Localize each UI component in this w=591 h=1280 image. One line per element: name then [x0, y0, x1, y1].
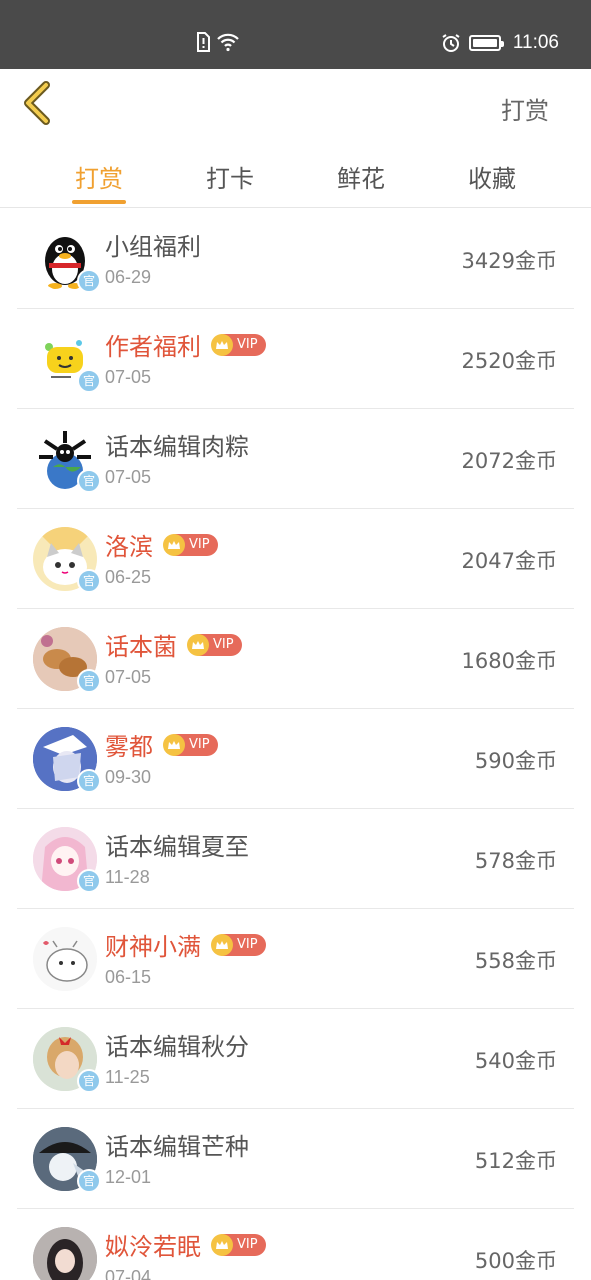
vip-badge: VIP [211, 1233, 266, 1256]
tab-bar: 打赏 打卡 鲜花 收藏 [0, 139, 591, 208]
tab-favorites[interactable]: 收藏 [442, 159, 542, 194]
reward-date: 06-25 [105, 567, 152, 587]
crown-icon [187, 633, 209, 656]
reward-date: 09-30 [105, 767, 152, 787]
vip-badge: VIP [163, 533, 218, 556]
user-name: 话本菌 VIP [105, 627, 242, 662]
coin-amount: 2047金币 [461, 549, 557, 573]
wifi-icon [217, 33, 239, 52]
list-item[interactable]: 官 话本编辑肉粽 07-05 2072金币 [17, 409, 574, 509]
coin-amount: 578金币 [474, 849, 557, 873]
official-badge: 官 [77, 569, 101, 593]
list-item[interactable]: 官 洛滨 VIP 06-25 2047金币 [17, 509, 574, 609]
reward-date: 07-05 [105, 467, 152, 487]
active-tab-indicator [72, 200, 126, 204]
tab-flowers[interactable]: 鲜花 [311, 159, 411, 194]
coin-amount: 2520金币 [461, 349, 557, 373]
crown-icon [211, 333, 233, 356]
list-item[interactable]: 姒泠若眠 VIP 07-04 500金币 [17, 1209, 574, 1280]
tab-checkin[interactable]: 打卡 [180, 159, 280, 194]
reward-list: 官 小组福利 06-29 3429金币 官 作者福利 VIP 07-05 252… [0, 209, 591, 1280]
alarm-icon [442, 34, 460, 52]
official-badge: 官 [77, 469, 101, 493]
user-name: 雾都 VIP [105, 727, 218, 762]
chevron-left-icon [24, 81, 50, 125]
user-name: 财神小满 VIP [105, 927, 266, 962]
user-name: 话本编辑芒种 [105, 1133, 249, 1161]
coin-amount: 3429金币 [461, 249, 557, 273]
crown-icon [163, 533, 185, 556]
reward-date: 06-15 [105, 967, 152, 987]
official-badge: 官 [77, 269, 101, 293]
reward-date: 11-25 [105, 1067, 150, 1087]
user-name: 小组福利 [105, 233, 201, 261]
user-name: 作者福利 VIP [105, 327, 266, 362]
reward-date: 06-29 [105, 267, 152, 287]
avatar [33, 1227, 97, 1280]
official-badge: 官 [77, 869, 101, 893]
vip-badge: VIP [163, 733, 218, 756]
coin-amount: 590金币 [474, 749, 557, 773]
user-name: 姒泠若眠 VIP [105, 1227, 266, 1262]
reward-date: 07-04 [105, 1267, 152, 1280]
top-bar: 打赏 [0, 69, 591, 139]
reward-date: 12-01 [105, 1167, 152, 1187]
user-name: 话本编辑肉粽 [105, 433, 249, 461]
list-item[interactable]: 官 话本编辑秋分 11-25 540金币 [17, 1009, 574, 1109]
list-item[interactable]: 官 雾都 VIP 09-30 590金币 [17, 709, 574, 809]
sketch-character-icon [33, 927, 97, 991]
reward-date: 11-28 [105, 867, 150, 887]
page-title: 打赏 [501, 97, 549, 125]
vip-badge: VIP [211, 933, 266, 956]
tab-reward[interactable]: 打赏 [49, 159, 149, 194]
vip-badge: VIP [211, 333, 266, 356]
coin-amount: 2072金币 [461, 449, 557, 473]
coin-amount: 512金币 [474, 1149, 557, 1173]
coin-amount: 500金币 [474, 1249, 557, 1273]
official-badge: 官 [77, 769, 101, 793]
girl-photo-icon [33, 1227, 97, 1280]
official-badge: 官 [77, 1169, 101, 1193]
list-item[interactable]: 官 话本编辑芒种 12-01 512金币 [17, 1109, 574, 1209]
avatar [33, 927, 97, 991]
coin-amount: 1680金币 [461, 649, 557, 673]
list-item[interactable]: 官 作者福利 VIP 07-05 2520金币 [17, 309, 574, 409]
sim-alert-icon [197, 32, 210, 52]
user-name: 话本编辑秋分 [105, 1033, 249, 1061]
back-button[interactable] [20, 81, 60, 125]
official-badge: 官 [77, 1069, 101, 1093]
reward-date: 07-05 [105, 667, 152, 687]
list-item[interactable]: 财神小满 VIP 06-15 558金币 [17, 909, 574, 1009]
list-item[interactable]: 官 话本编辑夏至 11-28 578金币 [17, 809, 574, 909]
crown-icon [211, 933, 233, 956]
coin-amount: 540金币 [474, 1049, 557, 1073]
list-item[interactable]: 官 小组福利 06-29 3429金币 [17, 209, 574, 309]
official-badge: 官 [77, 669, 101, 693]
official-badge: 官 [77, 369, 101, 393]
status-time: 11:06 [512, 32, 559, 53]
battery-icon [468, 35, 504, 51]
vip-badge: VIP [187, 633, 242, 656]
reward-date: 07-05 [105, 367, 152, 387]
status-icons [196, 32, 240, 52]
crown-icon [211, 1233, 233, 1256]
coin-amount: 558金币 [474, 949, 557, 973]
status-right: 11:06 [441, 32, 559, 54]
list-item[interactable]: 官 话本菌 VIP 07-05 1680金币 [17, 609, 574, 709]
status-bar: 11:06 [0, 0, 591, 69]
user-name: 话本编辑夏至 [105, 833, 249, 861]
user-name: 洛滨 VIP [105, 527, 218, 562]
crown-icon [163, 733, 185, 756]
